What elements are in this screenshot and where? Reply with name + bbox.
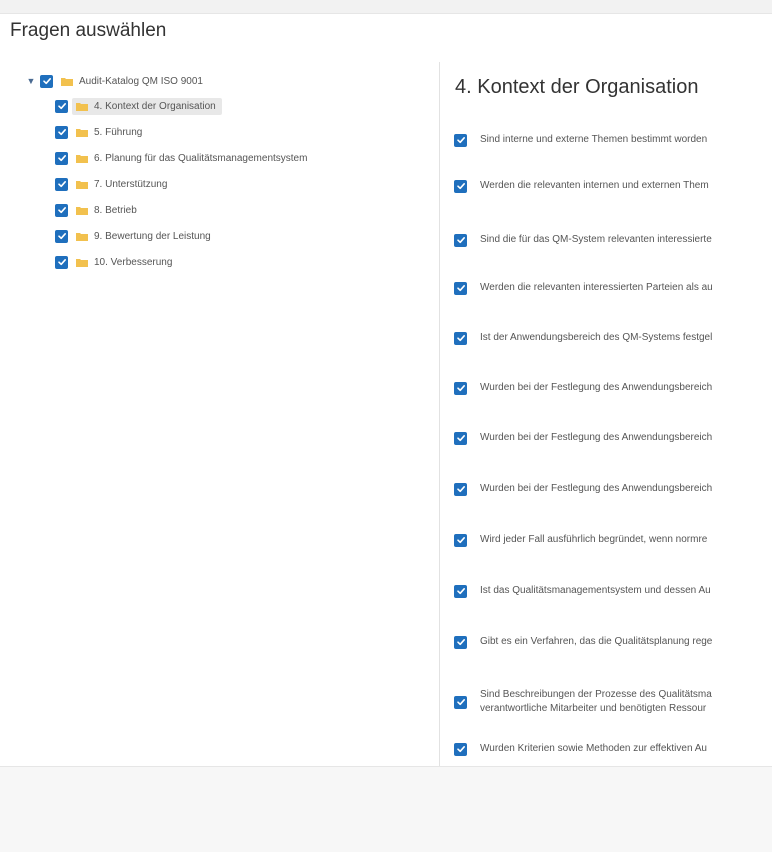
dialog-title: Fragen auswählen <box>10 20 167 41</box>
question-text: Sind interne und externe Themen bestimmt… <box>480 134 708 145</box>
question-row[interactable]: Wurden bei der Festlegung des Anwendungs… <box>454 431 712 445</box>
checkbox-checked-icon[interactable] <box>55 229 68 243</box>
tree-item[interactable]: 5. Führung <box>55 121 147 143</box>
question-text: Wurden bei der Festlegung des Anwendungs… <box>480 382 713 393</box>
caret-down-icon[interactable]: ▼ <box>24 76 38 86</box>
question-row[interactable]: Wurden bei der Festlegung des Anwendungs… <box>454 381 712 395</box>
tree-root-label: Audit-Katalog QM ISO 9001 <box>79 75 203 87</box>
checkbox-checked-icon[interactable] <box>454 281 467 295</box>
question-row[interactable]: Werden die relevanten interessierten Par… <box>454 281 713 295</box>
tree-item-label: 6. Planung für das Qualitätsmanagementsy… <box>94 152 308 164</box>
folder-icon <box>76 154 88 163</box>
checkbox-checked-icon[interactable] <box>454 635 467 649</box>
window-top-bar <box>0 0 772 14</box>
question-row[interactable]: Ist der Anwendungsbereich des QM-Systems… <box>454 331 712 345</box>
questions-panel: 4. Kontext der Organisation Sind interne… <box>441 62 772 766</box>
checkbox-checked-icon[interactable] <box>454 381 467 395</box>
tree-item-label: 4. Kontext der Organisation <box>94 100 216 112</box>
dialog-footer <box>0 766 772 852</box>
question-row[interactable]: Wurden Kriterien sowie Methoden zur effe… <box>454 742 707 756</box>
checkbox-checked-icon[interactable] <box>55 255 68 269</box>
tree-item-label: 8. Betrieb <box>94 204 137 216</box>
tree-item-label: 7. Unterstützung <box>94 178 168 190</box>
question-row[interactable]: Gibt es ein Verfahren, das die Qualitäts… <box>454 635 712 649</box>
tree-item[interactable]: 9. Bewertung der Leistung <box>55 225 216 247</box>
question-text-block: Sind Beschreibungen der Prozesse des Qua… <box>480 688 712 716</box>
tree-panel: ▼ Audit-Katalog QM ISO 9001 4. Kontext d… <box>0 62 440 766</box>
folder-icon <box>76 102 88 111</box>
question-text: Wurden bei der Festlegung des Anwendungs… <box>480 432 713 443</box>
tree-item-label: 9. Bewertung der Leistung <box>94 230 211 242</box>
section-title: 4. Kontext der Organisation <box>455 76 699 98</box>
checkbox-checked-icon[interactable] <box>55 99 68 113</box>
tree-item-label: 10. Verbesserung <box>94 256 173 268</box>
folder-icon <box>76 258 88 267</box>
checkbox-checked-icon[interactable] <box>55 203 68 217</box>
checkbox-checked-icon[interactable] <box>454 179 467 193</box>
question-text: Wurden bei der Festlegung des Anwendungs… <box>480 483 713 494</box>
question-text: Ist der Anwendungsbereich des QM-Systems… <box>480 332 713 343</box>
checkbox-checked-icon[interactable] <box>454 331 467 345</box>
question-row[interactable]: Ist das Qualitätsmanagementsystem und de… <box>454 584 711 598</box>
question-text: Wurden Kriterien sowie Methoden zur effe… <box>480 743 707 754</box>
question-text: Werden die relevanten internen und exter… <box>480 180 709 191</box>
question-row[interactable]: Wurden bei der Festlegung des Anwendungs… <box>454 482 712 496</box>
question-text: Wird jeder Fall ausführlich begründet, w… <box>480 534 708 545</box>
question-row[interactable]: Werden die relevanten internen und exter… <box>454 179 709 193</box>
question-text: Werden die relevanten interessierten Par… <box>480 282 713 293</box>
question-text: Sind die für das QM-System relevanten in… <box>480 234 712 245</box>
checkbox-checked-icon[interactable] <box>454 431 467 445</box>
question-row[interactable]: Sind Beschreibungen der Prozesse des Qua… <box>454 688 712 716</box>
folder-icon <box>61 77 73 86</box>
tree-item[interactable]: 6. Planung für das Qualitätsmanagementsy… <box>55 147 312 169</box>
tree-item[interactable]: 7. Unterstützung <box>55 173 172 195</box>
checkbox-checked-icon[interactable] <box>55 125 68 139</box>
folder-icon <box>76 206 88 215</box>
tree-item-label: 5. Führung <box>94 126 143 138</box>
question-row[interactable]: Sind interne und externe Themen bestimmt… <box>454 133 707 147</box>
question-text: Gibt es ein Verfahren, das die Qualitäts… <box>480 636 713 647</box>
tree-item-selected-highlight[interactable]: 4. Kontext der Organisation <box>72 97 222 115</box>
checkbox-checked-icon[interactable] <box>55 177 68 191</box>
tree-item[interactable]: 4. Kontext der Organisation <box>55 95 222 117</box>
tree-item[interactable]: 10. Verbesserung <box>55 251 177 273</box>
checkbox-checked-icon[interactable] <box>454 482 467 496</box>
question-text: Ist das Qualitätsmanagementsystem und de… <box>480 585 711 596</box>
checkbox-checked-icon[interactable] <box>454 533 467 547</box>
question-row[interactable]: Sind die für das QM-System relevanten in… <box>454 233 712 247</box>
folder-icon <box>76 128 88 137</box>
tree-item[interactable]: 8. Betrieb <box>55 199 142 221</box>
checkbox-checked-icon[interactable] <box>454 695 467 709</box>
question-text-line2: verantwortliche Mitarbeiter und benötigt… <box>480 703 707 714</box>
folder-icon <box>76 180 88 189</box>
checkbox-checked-icon[interactable] <box>454 233 467 247</box>
checkbox-checked-icon[interactable] <box>454 742 467 756</box>
question-row[interactable]: Wird jeder Fall ausführlich begründet, w… <box>454 533 707 547</box>
checkbox-checked-icon[interactable] <box>40 74 53 88</box>
checkbox-checked-icon[interactable] <box>55 151 68 165</box>
question-text: Sind Beschreibungen der Prozesse des Qua… <box>480 689 712 700</box>
tree-root[interactable]: ▼ Audit-Katalog QM ISO 9001 <box>24 70 208 92</box>
checkbox-checked-icon[interactable] <box>454 133 467 147</box>
checkbox-checked-icon[interactable] <box>454 584 467 598</box>
folder-icon <box>76 232 88 241</box>
